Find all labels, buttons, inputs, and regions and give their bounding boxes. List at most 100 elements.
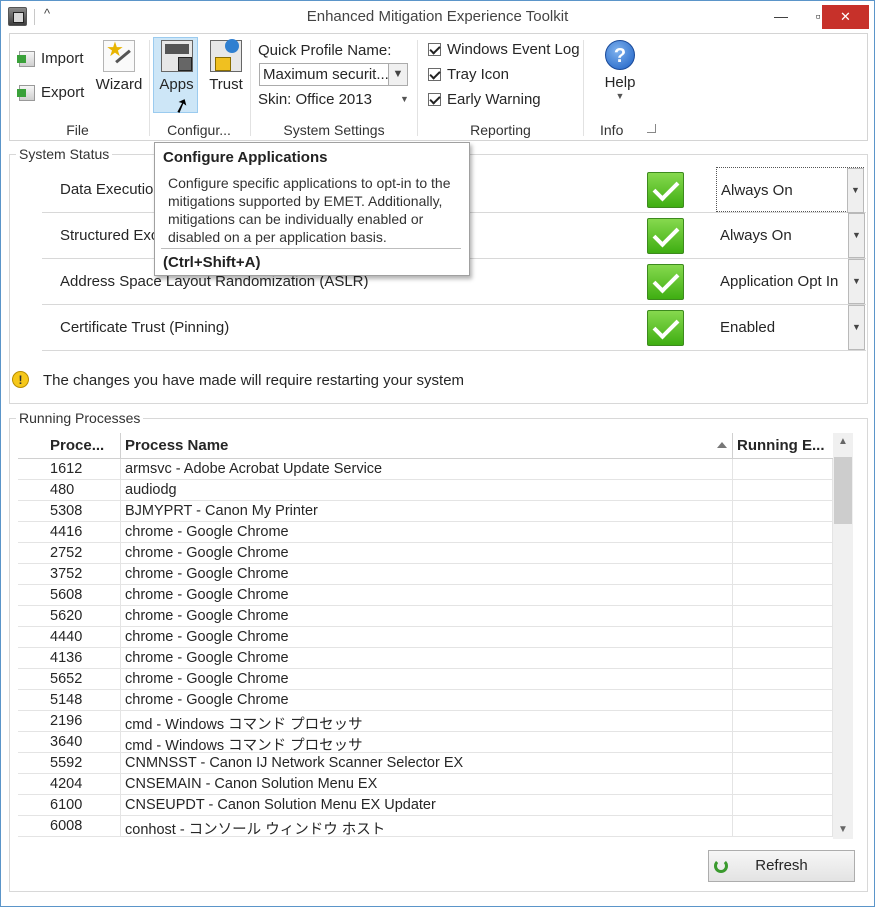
table-row[interactable]: 5308 BJMYPRT - Canon My Printer — [18, 501, 833, 522]
process-name-cell: audiodg — [121, 480, 733, 501]
check-icon — [647, 218, 684, 254]
process-name-cell: chrome - Google Chrome — [121, 585, 733, 606]
status-select[interactable]: Enabled ▼ — [716, 305, 865, 350]
status-value: Application Opt In — [720, 273, 839, 290]
group-label-reporting: Reporting — [470, 122, 531, 138]
column-header-pid[interactable]: Proce... — [46, 433, 121, 459]
table-row[interactable]: 4416 chrome - Google Chrome — [18, 522, 833, 543]
close-button[interactable]: ✕ — [822, 5, 869, 29]
process-name-cell: chrome - Google Chrome — [121, 648, 733, 669]
running-emet-cell — [733, 480, 833, 501]
process-name-cell: chrome - Google Chrome — [121, 627, 733, 648]
table-row[interactable]: 5608 chrome - Google Chrome — [18, 585, 833, 606]
column-header-process-name[interactable]: Process Name — [121, 433, 733, 459]
ribbon: Import Export Wizard File Apps Trust — [9, 33, 868, 141]
table-row[interactable]: 4136 chrome - Google Chrome — [18, 648, 833, 669]
tooltip-shortcut: (Ctrl+Shift+A) — [163, 254, 261, 271]
status-label: Certificate Trust (Pinning) — [60, 319, 230, 336]
table-row[interactable]: 1612 armsvc - Adobe Acrobat Update Servic… — [18, 459, 833, 480]
help-dropdown-icon[interactable]: ▼ — [596, 91, 644, 101]
process-name-cell: chrome - Google Chrome — [121, 606, 733, 627]
trust-icon — [210, 39, 242, 72]
scroll-down-icon[interactable]: ▼ — [833, 821, 853, 839]
process-name-cell: CNMNSST - Canon IJ Network Scanner Selec… — [121, 753, 733, 774]
table-row[interactable]: 5592 CNMNSST - Canon IJ Network Scanner S… — [18, 753, 833, 774]
apps-label: Apps — [159, 76, 194, 93]
trust-label: Trust — [209, 76, 243, 93]
chevron-down-icon[interactable]: ▼ — [848, 259, 865, 304]
ribbon-group-file: Import Export Wizard File — [10, 34, 145, 140]
process-name-cell: armsvc - Adobe Acrobat Update Service — [121, 459, 733, 480]
group-label-system-settings: System Settings — [283, 122, 385, 138]
process-id-cell: 5652 — [46, 669, 121, 690]
status-value: Always On — [721, 182, 793, 199]
wizard-button[interactable]: Wizard — [94, 37, 144, 93]
process-name-cell: chrome - Google Chrome — [121, 543, 733, 564]
check-icon — [647, 310, 684, 346]
import-button[interactable]: Import — [17, 50, 84, 67]
running-emet-cell — [733, 459, 833, 480]
ribbon-group-configure: Apps Trust Configur... — [150, 34, 248, 140]
table-row[interactable]: 4204 CNSEMAIN - Canon Solution Menu EX — [18, 774, 833, 795]
table-row[interactable]: 5620 chrome - Google Chrome — [18, 606, 833, 627]
table-row[interactable]: 6100 CNSEUPDT - Canon Solution Menu EX Up… — [18, 795, 833, 816]
restart-warning: The changes you have made will require r… — [43, 372, 465, 389]
dialog-launcher-icon[interactable] — [647, 124, 656, 133]
table-row[interactable]: 3640 cmd - Windows コマンド プロセッサ — [18, 732, 833, 753]
tooltip-body: Configure specific applications to opt-i… — [168, 175, 451, 245]
process-grid[interactable]: Proce... Process Name Running E... 1612 a… — [18, 433, 856, 839]
table-row[interactable]: 480 audiodg — [18, 480, 833, 501]
export-button[interactable]: Export — [17, 84, 84, 101]
chevron-down-icon[interactable]: ▼ — [847, 168, 864, 213]
process-name-cell: CNSEUPDT - Canon Solution Menu EX Update… — [121, 795, 733, 816]
status-value: Always On — [720, 227, 792, 244]
scroll-thumb[interactable] — [834, 457, 852, 524]
refresh-label: Refresh — [755, 857, 808, 874]
table-row[interactable]: 6008 conhost - コンソール ウィンドウ ホスト — [18, 816, 833, 837]
ribbon-group-reporting: Reporting — [418, 34, 583, 140]
ribbon-group-system-settings: System Settings — [250, 34, 418, 140]
vertical-scrollbar[interactable]: ▲ ▼ — [833, 433, 853, 839]
check-icon — [647, 264, 684, 300]
running-emet-cell — [733, 732, 833, 753]
check-icon — [647, 172, 684, 208]
chevron-down-icon[interactable]: ▼ — [848, 213, 865, 258]
table-row[interactable]: 2196 cmd - Windows コマンド プロセッサ — [18, 711, 833, 732]
running-emet-cell — [733, 564, 833, 585]
table-row[interactable]: 5148 chrome - Google Chrome — [18, 690, 833, 711]
process-id-cell: 5620 — [46, 606, 121, 627]
process-id-cell: 5148 — [46, 690, 121, 711]
chevron-down-icon[interactable]: ▼ — [848, 305, 865, 350]
process-name-cell: cmd - Windows コマンド プロセッサ — [121, 732, 733, 753]
column-header-running-emet[interactable]: Running E... — [733, 433, 833, 459]
apps-tooltip: Configure Applications Configure specifi… — [154, 142, 470, 276]
group-label-file: File — [66, 122, 89, 138]
app-window: ^ Enhanced Mitigation Experience Toolkit… — [0, 0, 875, 907]
table-row[interactable]: 2752 chrome - Google Chrome — [18, 543, 833, 564]
process-id-cell: 2196 — [46, 711, 121, 732]
status-select[interactable]: Always On ▼ — [716, 213, 865, 258]
process-id-cell: 1612 — [46, 459, 121, 480]
refresh-button[interactable]: Refresh — [708, 850, 855, 882]
process-name-cell: chrome - Google Chrome — [121, 690, 733, 711]
running-emet-cell — [733, 774, 833, 795]
process-name-cell: cmd - Windows コマンド プロセッサ — [121, 711, 733, 732]
status-select[interactable]: Always On ▼ — [716, 167, 864, 213]
table-row[interactable]: 5652 chrome - Google Chrome — [18, 669, 833, 690]
process-name-cell: CNSEMAIN - Canon Solution Menu EX — [121, 774, 733, 795]
scroll-up-icon[interactable]: ▲ — [833, 433, 853, 451]
warning-icon: ! — [12, 371, 29, 388]
table-row[interactable]: 3752 chrome - Google Chrome — [18, 564, 833, 585]
apps-icon — [160, 40, 193, 72]
table-row[interactable]: 4440 chrome - Google Chrome — [18, 627, 833, 648]
status-select[interactable]: Application Opt In ▼ — [716, 259, 865, 304]
window-title: Enhanced Mitigation Experience Toolkit — [306, 8, 569, 25]
help-button[interactable]: ? Help ▼ — [596, 40, 644, 101]
trust-button[interactable]: Trust — [204, 39, 248, 93]
apps-button[interactable]: Apps — [154, 40, 199, 93]
running-emet-cell — [733, 627, 833, 648]
minimize-button[interactable]: — — [763, 1, 799, 33]
running-emet-cell — [733, 711, 833, 732]
process-id-cell: 3752 — [46, 564, 121, 585]
running-emet-cell — [733, 606, 833, 627]
